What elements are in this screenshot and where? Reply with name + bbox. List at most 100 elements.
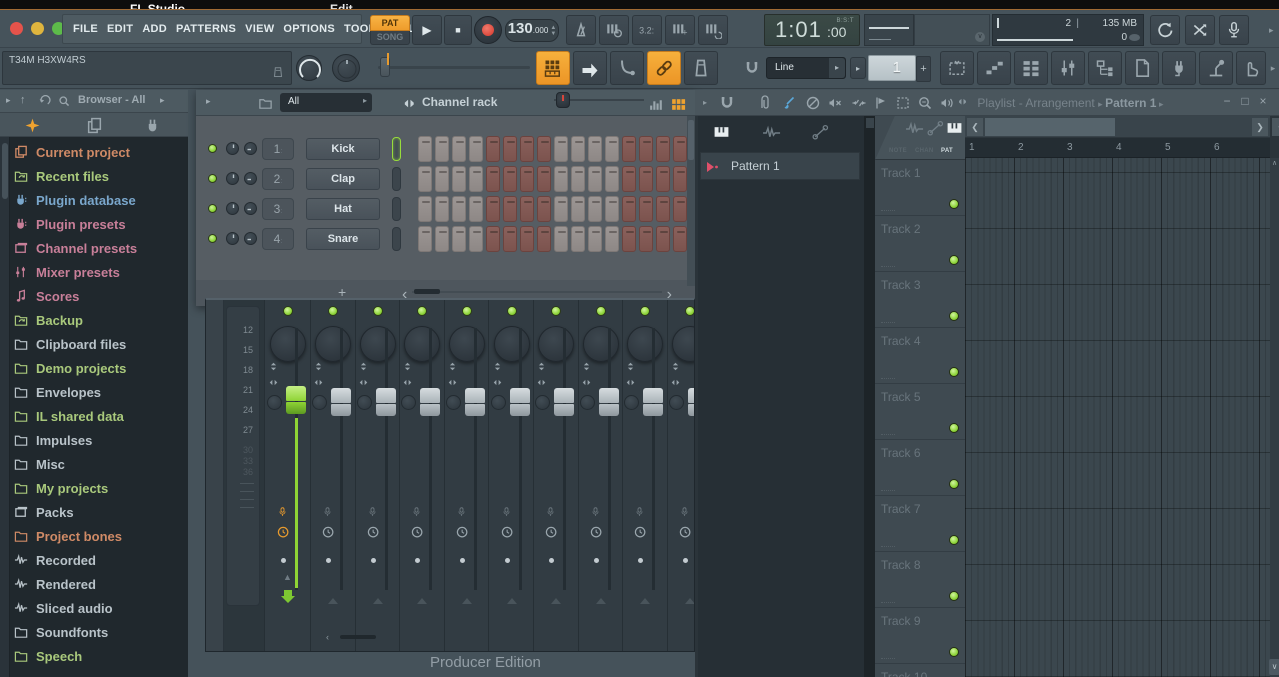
browser-item-demo-projects[interactable]: Demo projects <box>14 356 188 380</box>
strip-pan-knob[interactable] <box>538 326 574 362</box>
mixer-strip[interactable] <box>622 300 667 652</box>
snap-selector[interactable]: Line ▸ <box>766 57 846 79</box>
oscilloscope-panel[interactable] <box>864 14 914 46</box>
browser-item-speech[interactable]: Speech <box>14 644 188 668</box>
step-9[interactable] <box>554 136 568 162</box>
step-10[interactable] <box>571 166 585 192</box>
pattern-play-arrow[interactable]: ▸ <box>850 57 866 79</box>
playlist-magnet-icon[interactable] <box>719 95 735 111</box>
browser-tab-files[interactable] <box>86 117 103 134</box>
strip-leftright-icon[interactable] <box>626 378 638 390</box>
rack-menu-arrow[interactable]: ▸ <box>206 96 211 107</box>
strip-led[interactable] <box>462 306 472 316</box>
step-16[interactable] <box>673 226 687 252</box>
channel-enable-led[interactable] <box>208 204 217 213</box>
browser-item-clipboard-files[interactable]: Clipboard files <box>14 332 188 356</box>
step-6[interactable] <box>503 136 517 162</box>
strip-leftright-icon[interactable] <box>537 378 549 390</box>
browser-title-arrow[interactable]: ▸ <box>160 95 165 106</box>
note-display-panel[interactable]: ∨ <box>914 14 990 46</box>
traffic-minimize-button[interactable] <box>31 22 44 35</box>
toolbar-overflow-arrow[interactable]: ▸ <box>1269 25 1274 36</box>
step-8[interactable] <box>537 196 551 222</box>
mixer-strip[interactable] <box>533 300 578 652</box>
step-14[interactable] <box>639 166 653 192</box>
strip-arm-icon[interactable] <box>591 506 603 520</box>
step-9[interactable] <box>554 226 568 252</box>
step-14[interactable] <box>639 196 653 222</box>
picker-scrollbar-handle[interactable] <box>866 118 874 128</box>
multilink-controllers-button[interactable] <box>647 51 681 85</box>
channel-number[interactable]: 4: <box>262 228 294 250</box>
browser-item-project-bones[interactable]: Project bones <box>14 524 188 548</box>
pattern-list-item[interactable]: Pattern 1 <box>700 152 860 180</box>
swing-knob[interactable] <box>556 92 570 108</box>
step-2[interactable] <box>435 166 449 192</box>
strip-stereo-knob[interactable] <box>312 395 327 410</box>
step-7[interactable] <box>520 136 534 162</box>
step-4[interactable] <box>469 196 483 222</box>
strip-chevron-up[interactable]: ▲ <box>283 572 292 582</box>
track-name[interactable]: Track 9 <box>881 614 921 628</box>
strip-led[interactable] <box>417 306 427 316</box>
step-1[interactable] <box>418 136 432 162</box>
step-9[interactable] <box>554 166 568 192</box>
strip-clock-icon[interactable] <box>545 526 559 540</box>
slip-tool-icon[interactable] <box>757 95 773 111</box>
channel-number[interactable]: 3: <box>262 198 294 220</box>
playlist-v-scrollbar[interactable]: ∧ ∨ <box>1270 158 1279 677</box>
track-name[interactable]: Track 5 <box>881 390 921 404</box>
rack-meter-icon[interactable] <box>648 96 665 113</box>
playlist-scroll-right[interactable]: ❯ <box>1252 118 1268 136</box>
channel-volume-knob[interactable] <box>244 172 257 185</box>
strip-arm-icon[interactable] <box>546 506 558 520</box>
wait-for-input-button[interactable] <box>599 15 629 45</box>
track-name[interactable]: Track 1 <box>881 166 921 180</box>
step-15[interactable] <box>656 166 670 192</box>
browser-scrollbar[interactable] <box>0 137 10 677</box>
strip-fader-handle[interactable] <box>376 388 396 418</box>
step-3[interactable] <box>452 196 466 222</box>
traffic-close-button[interactable] <box>10 22 23 35</box>
browser-item-sliced-audio[interactable]: Sliced audio <box>14 596 188 620</box>
toolbar2-overflow-arrow[interactable]: ▸ <box>1269 51 1277 85</box>
strip-leftright-icon[interactable] <box>448 378 460 390</box>
mixer-strip[interactable] <box>399 300 444 652</box>
mixer-strip-master[interactable]: ▲ <box>264 300 310 652</box>
mixer-strip[interactable] <box>667 300 695 652</box>
track-row-10[interactable]: Track 10 <box>875 664 965 677</box>
picker-tab-automation[interactable] <box>810 124 829 141</box>
step-1[interactable] <box>418 166 432 192</box>
strip-pan-knob[interactable] <box>494 326 530 362</box>
strip-route-dot[interactable] <box>683 558 688 563</box>
channel-pan-knob[interactable] <box>226 232 239 245</box>
rack-side-handle[interactable] <box>688 120 694 160</box>
browser-item-il-shared-data[interactable]: IL shared data <box>14 404 188 428</box>
picker-tab-audio[interactable] <box>760 124 781 141</box>
strip-fader-handle[interactable] <box>554 388 574 418</box>
rack-grid-view-icon[interactable] <box>670 96 687 113</box>
strip-route-dot[interactable] <box>549 558 554 563</box>
strip-leftright-icon[interactable] <box>403 378 415 390</box>
browser-search-icon[interactable] <box>58 95 71 108</box>
play-button[interactable]: ▶ <box>412 15 442 45</box>
step-8[interactable] <box>537 166 551 192</box>
track-led[interactable] <box>949 535 959 545</box>
step-12[interactable] <box>605 136 619 162</box>
channel-enable-led[interactable] <box>208 174 217 183</box>
strip-stereo-knob[interactable] <box>267 395 282 410</box>
strip-pan-knob[interactable] <box>627 326 663 362</box>
step-12[interactable] <box>605 196 619 222</box>
pattern-add-button[interactable]: + <box>916 56 931 82</box>
step-16[interactable] <box>673 136 687 162</box>
strip-route-dot[interactable] <box>371 558 376 563</box>
playlist-scroll-left[interactable]: ❮ <box>967 118 983 136</box>
step-8[interactable] <box>537 226 551 252</box>
mixer-window-button[interactable] <box>1051 51 1085 85</box>
preview-tool-icon[interactable] <box>939 95 955 111</box>
tempo-spinner[interactable]: ▲▼ <box>550 25 556 37</box>
track-row-3[interactable]: Track 3 <box>875 272 965 328</box>
step-9[interactable] <box>554 196 568 222</box>
step-15[interactable] <box>656 136 670 162</box>
step-10[interactable] <box>571 136 585 162</box>
